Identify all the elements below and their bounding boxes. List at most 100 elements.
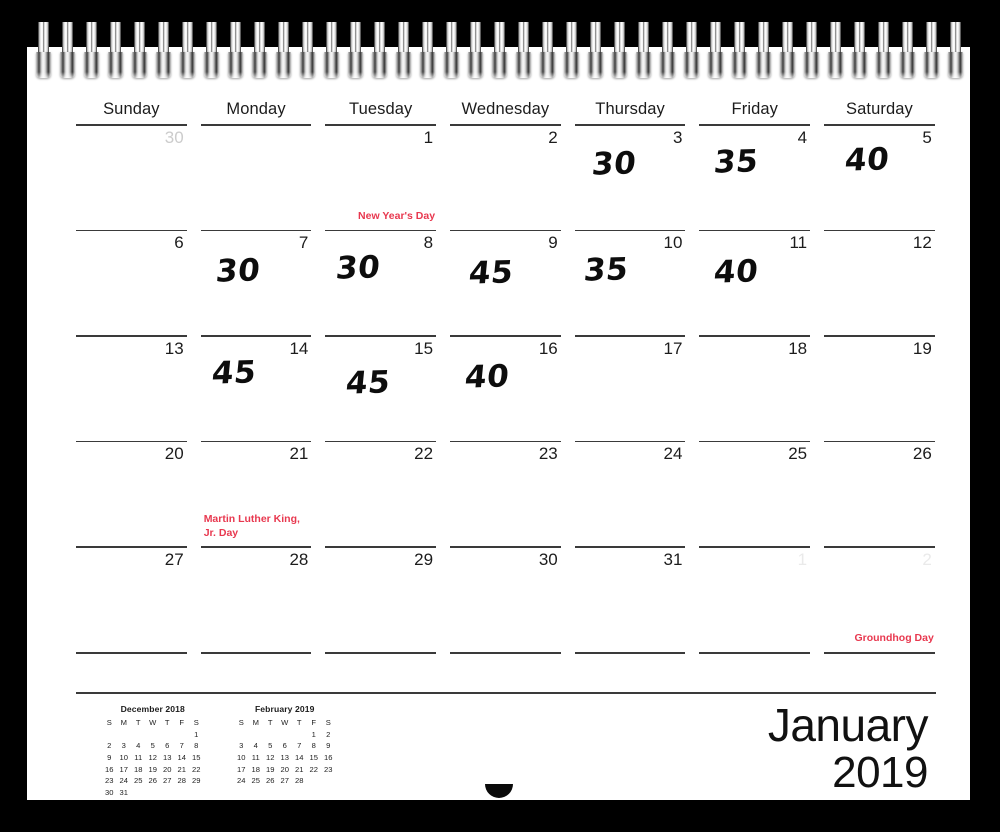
month-name: January [767, 699, 929, 751]
mini-day-cell: 17 [237, 764, 246, 774]
mini-day-cell: 24 [119, 776, 128, 786]
day-cell[interactable]: 12 [817, 231, 942, 335]
day-cell[interactable]: 1 New Year's Day [318, 126, 443, 230]
day-number: 22 [414, 444, 434, 464]
day-cell[interactable]: 27 [69, 548, 194, 652]
day-cell[interactable]: 10 35 [568, 231, 693, 335]
mini-day-cell: 28 [177, 776, 186, 786]
day-cell[interactable]: 16 40 [443, 337, 568, 441]
day-number: 21 [289, 444, 309, 464]
holiday-label: New Year's Day [358, 210, 436, 223]
mini-day-cell [292, 729, 307, 741]
day-number: 1 [423, 127, 434, 147]
day-cell[interactable]: 31 [568, 548, 693, 652]
mini-dow-label: M [252, 718, 259, 728]
day-cell[interactable]: 25 [692, 442, 817, 546]
day-cell[interactable]: 1 [692, 548, 817, 652]
day-cell[interactable]: 7 30 [194, 231, 319, 335]
weeks-container: 30 1 New Year's Day 2 3 30 4 35 5 40 6 7 30 8 30 9 45 10 3… [69, 126, 942, 654]
mini-dow-label: F [311, 718, 317, 728]
mini-day-cell: 8 [194, 741, 199, 751]
day-cell[interactable]: 21 Martin Luther King, Jr. Day [194, 442, 319, 546]
day-cell[interactable]: 23 [443, 442, 568, 546]
mini-calendar-week-row: 23 24 25 26 27 28 29 [102, 775, 204, 787]
day-number: 23 [538, 444, 558, 464]
mini-dow-label: T [135, 718, 141, 728]
mini-day-cell: 6 [165, 741, 170, 751]
week-divider [450, 651, 561, 654]
mini-day-cell [234, 729, 249, 741]
mini-dow-label: W [149, 718, 157, 728]
day-number: 20 [164, 444, 184, 464]
handwritten-note: 30 [589, 145, 638, 183]
day-cell[interactable]: 11 40 [692, 231, 817, 335]
week-row: 6 7 30 8 30 9 45 10 35 11 40 12 [69, 231, 942, 335]
day-cell[interactable]: 13 [69, 337, 194, 441]
weekday-label: Friday [731, 100, 778, 118]
day-cell[interactable]: 15 45 [318, 337, 443, 441]
week-divider [325, 651, 437, 654]
handwritten-note: 40 [843, 141, 892, 179]
day-cell[interactable]: 6 [69, 231, 194, 335]
mini-day-cell: 1 [194, 729, 199, 739]
day-cell[interactable]: 9 45 [443, 231, 568, 335]
day-cell[interactable] [194, 126, 319, 230]
day-cell[interactable]: 24 [568, 442, 693, 546]
day-number: 28 [289, 549, 309, 569]
mini-day-cell: 27 [163, 776, 172, 786]
day-cell[interactable]: 30 [69, 126, 194, 230]
day-number: 30 [164, 127, 184, 147]
mini-day-cell: 15 [192, 753, 201, 763]
mini-day-cell [321, 775, 336, 787]
week-divider [200, 651, 312, 654]
mini-day-cell: 21 [295, 764, 304, 774]
mini-day-cell: 25 [134, 776, 143, 786]
day-number: 11 [789, 233, 808, 253]
mini-calendar-week-row: 30 31 [102, 787, 204, 799]
weekday-header-tuesday: Tuesday [318, 100, 443, 126]
day-cell[interactable]: 20 [69, 442, 194, 546]
day-number: 25 [788, 444, 808, 464]
day-cell[interactable]: 26 [817, 442, 942, 546]
weekday-label: Saturday [846, 100, 913, 118]
mini-day-cell: 7 [179, 741, 184, 751]
day-number: 26 [912, 444, 932, 464]
calendar-screenshot: Sunday Monday Tuesday Wednesday Thursday Frid… [0, 0, 1000, 832]
day-cell[interactable]: 22 [318, 442, 443, 546]
day-cell[interactable]: 14 45 [194, 337, 319, 441]
mini-day-cell [160, 729, 175, 741]
day-cell[interactable]: 18 [692, 337, 817, 441]
mini-day-cell: 8 [311, 741, 316, 751]
handwritten-note: 30 [213, 252, 262, 290]
mini-day-cell: 19 [148, 764, 157, 774]
mini-calendar-week-row: 12 [234, 729, 336, 741]
day-cell[interactable]: 8 30 [318, 231, 443, 335]
day-cell[interactable]: 28 [194, 548, 319, 652]
handwritten-note: 40 [712, 253, 761, 291]
day-cell[interactable]: 4 35 [692, 126, 817, 230]
day-number: 17 [663, 338, 683, 358]
calendar-page: Sunday Monday Tuesday Wednesday Thursday Frid… [27, 47, 970, 800]
mini-dow-label: T [164, 718, 170, 728]
day-cell[interactable]: 17 [568, 337, 693, 441]
day-cell[interactable]: 5 40 [817, 126, 942, 230]
weekday-header-thursday: Thursday [568, 100, 693, 126]
day-cell[interactable]: 19 [817, 337, 942, 441]
mini-day-cell: 7 [297, 741, 302, 751]
week-divider [824, 651, 935, 654]
day-cell[interactable]: 29 [318, 548, 443, 652]
day-cell[interactable]: 2 [443, 126, 568, 230]
mini-day-cell: 28 [295, 776, 304, 786]
day-cell[interactable]: 30 [443, 548, 568, 652]
mini-day-cell: 30 [105, 787, 114, 797]
day-number: 4 [797, 127, 808, 147]
day-cell[interactable]: 2 Groundhog Day [817, 548, 942, 652]
day-cell[interactable]: 3 30 [568, 126, 693, 230]
mini-day-cell [175, 787, 190, 799]
mini-day-cell: 23 [105, 776, 114, 786]
mini-calendar-week-row: 10 11 12 13 14 15 16 [234, 752, 336, 764]
mini-day-cell: 23 [324, 764, 333, 774]
mini-calendar-week-row: 16 17 18 19 20 21 22 [102, 763, 204, 775]
day-number: 6 [174, 233, 184, 253]
day-number: 3 [672, 127, 683, 147]
